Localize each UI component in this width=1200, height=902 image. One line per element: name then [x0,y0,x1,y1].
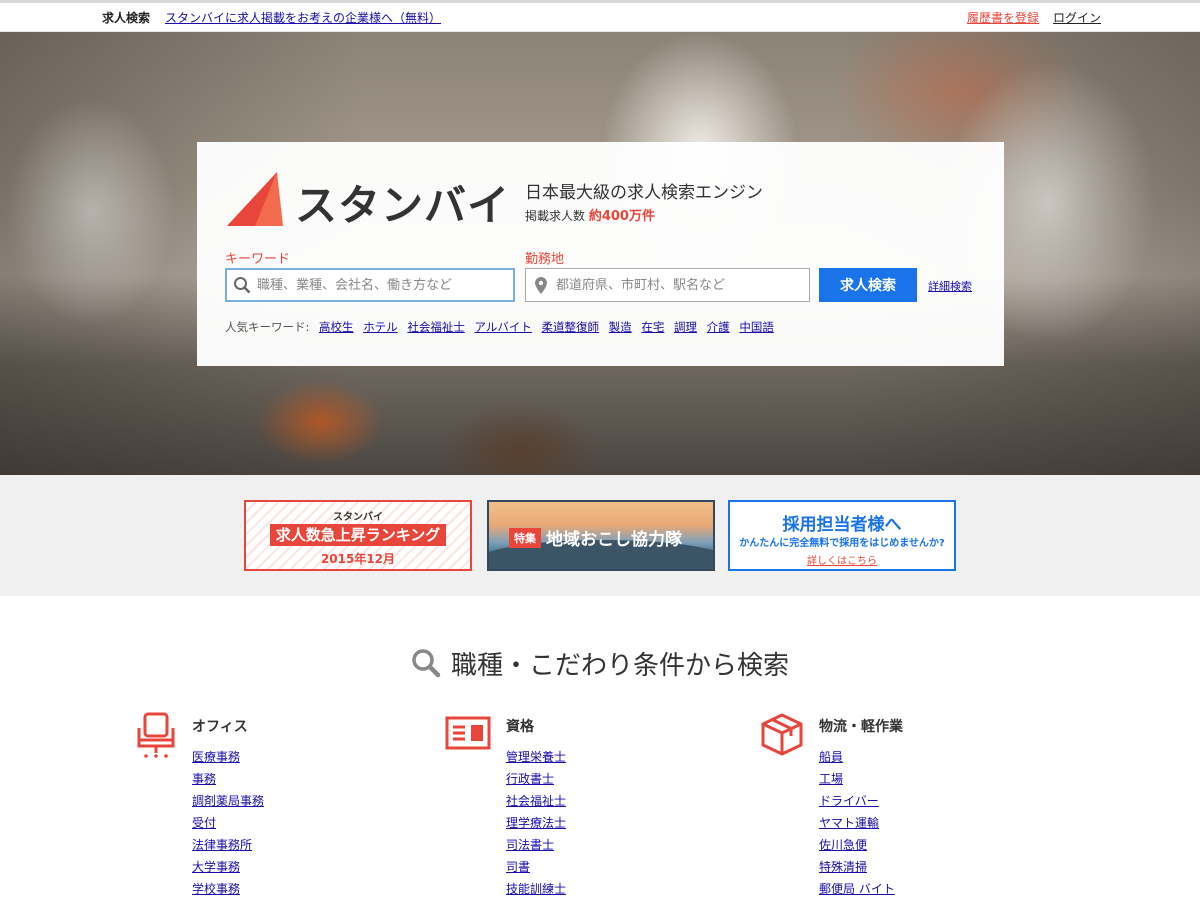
category-link-list: 管理栄養士 行政書士 社会福祉士 理学療法士 司法書士 司書 技能訓練士 [506,748,566,902]
popular-keyword-link[interactable]: 中国語 [739,320,774,334]
category-link[interactable]: 法律事務所 [192,838,252,852]
category-link[interactable]: 司法書士 [506,838,554,852]
keyword-label: キーワード [225,252,291,267]
category-link[interactable]: 特殊清掃 [819,860,867,874]
category-link[interactable]: 社会福祉士 [506,794,566,808]
keyword-field[interactable] [225,268,515,302]
ranking-banner-brand: スタンバイ [333,512,383,523]
category-link[interactable]: 行政書士 [506,772,554,786]
category-link[interactable]: 大学事務 [192,860,240,874]
popular-keywords: 人気キーワード: 高校生 ホテル 社会福祉士 アルバイト 柔道整復師 製造 在宅… [225,319,774,335]
category-link[interactable]: 佐川急便 [819,838,867,852]
category-link[interactable]: ドライバー [819,794,879,808]
popular-keyword-link[interactable]: アルバイト [475,320,532,334]
popular-keyword-link[interactable]: 柔道整復師 [542,320,600,334]
category-link[interactable]: 郵便局 バイト [819,882,895,896]
employer-promo-link[interactable]: スタンバイに求人掲載をお考えの企業様へ（無料） [165,9,441,26]
tagline: 日本最大級の求人検索エンジン [525,183,763,203]
search-panel: スタンバイ 日本最大級の求人検索エンジン 掲載求人数 約400万件 キーワード … [197,142,1004,366]
employer-banner[interactable]: 採用担当者様へ かんたんに完全無料で採用をはじめませんか? 詳しくはこちら [728,500,956,571]
location-input[interactable] [556,269,809,301]
category-link[interactable]: 理学療法士 [506,816,566,830]
category-link[interactable]: ヤマト運輸 [819,816,879,830]
job-count-label: 掲載求人数 [525,209,586,223]
job-count-value: 約400万件 [588,209,655,224]
register-resume-link[interactable]: 履歴書を登録 [967,9,1039,26]
regional-feature-banner[interactable]: 特集 地域おこし協力隊 [487,500,715,571]
stanby-logo-icon [227,172,283,226]
category-link[interactable]: 調剤薬局事務 [192,794,264,808]
office-chair-icon [137,712,175,758]
site-section-label: 求人検索 [102,11,151,25]
section-title-text: 職種・こだわり条件から検索 [450,651,789,681]
employer-banner-title: 採用担当者様へ [782,515,902,535]
popular-keyword-link[interactable]: 介護 [707,320,730,334]
popular-keyword-link[interactable]: 高校生 [319,320,354,334]
category-link[interactable]: 管理栄養士 [506,750,566,764]
popular-keyword-link[interactable]: 社会福祉士 [407,320,465,334]
magnifier-icon [412,649,441,678]
popular-keyword-link[interactable]: 調理 [674,320,697,334]
category-link[interactable]: 船員 [819,750,843,764]
job-count: 掲載求人数 約400万件 [525,205,655,224]
advanced-search-link[interactable]: 詳細検索 [928,278,972,294]
employer-banner-subtitle: かんたんに完全無料で採用をはじめませんか? [739,538,945,549]
popular-keyword-link[interactable]: 製造 [609,320,632,334]
category-heading: 物流・軽作業 [819,719,903,735]
popular-keyword-link[interactable]: ホテル [363,320,398,334]
category-link[interactable]: 司書 [506,860,530,874]
feature-tag: 特集 [509,528,541,548]
category-heading: 資格 [506,719,534,735]
regional-banner-title: 地域おこし協力隊 [546,530,682,550]
category-link-list: 医療事務 事務 調剤薬局事務 受付 法律事務所 大学事務 学校事務 [192,748,264,902]
id-card-icon [445,716,491,750]
job-search-button[interactable]: 求人検索 [819,268,917,302]
category-link-list: 船員 工場 ドライバー ヤマト運輸 佐川急便 特殊清掃 郵便局 バイト [819,748,895,902]
category-link[interactable]: 医療事務 [192,750,240,764]
login-link[interactable]: ログイン [1053,9,1101,26]
category-heading: オフィス [192,719,248,735]
category-link[interactable]: 事務 [192,772,216,786]
location-field[interactable] [525,268,810,302]
popular-keywords-label: 人気キーワード: [225,320,310,334]
top-bar: 求人検索 スタンバイに求人掲載をお考えの企業様へ（無料） 履歴書を登録 ログイン [0,0,1200,32]
map-pin-icon [526,276,556,294]
category-link[interactable]: 受付 [192,816,216,830]
keyword-input[interactable] [257,270,513,300]
section-title: 職種・こだわり条件から検索 [0,645,1200,682]
category-link[interactable]: 学校事務 [192,882,240,896]
ranking-banner[interactable]: スタンバイ 求人数急上昇ランキング 2015年12月 [244,500,472,571]
category-link[interactable]: 技能訓練士 [506,882,566,896]
ranking-banner-title: 求人数急上昇ランキング [270,524,446,546]
box-icon [761,713,803,756]
location-label: 勤務地 [525,252,565,267]
ranking-banner-date: 2015年12月 [320,552,396,566]
logo-text: スタンバイ [295,181,511,230]
popular-keyword-link[interactable]: 在宅 [641,320,664,334]
search-icon [227,276,257,294]
employer-banner-link: 詳しくはこちら [807,556,877,567]
category-link[interactable]: 工場 [819,772,843,786]
